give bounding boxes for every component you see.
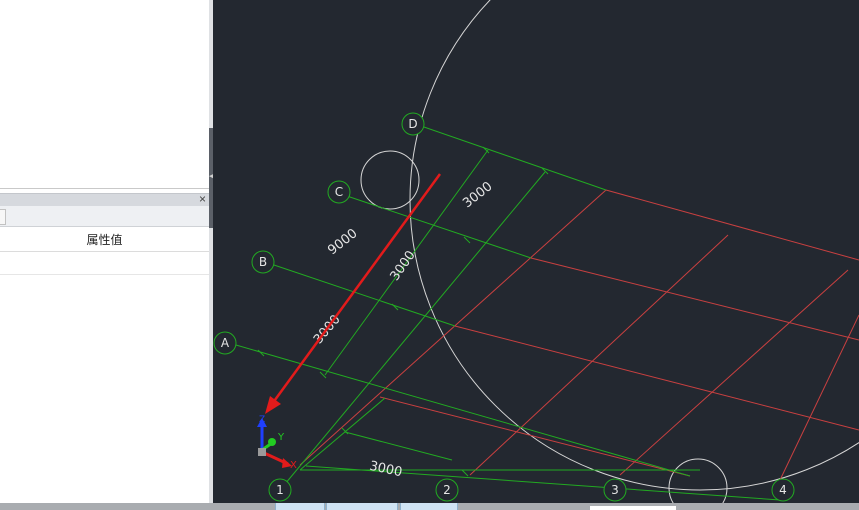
layout-tab[interactable] [275, 503, 325, 510]
axis-bubbles-letters: A B C D [213, 112, 425, 355]
cad-viewport[interactable]: A B C D 1 2 3 4 3000 9000 3000 3000 3000 [213, 0, 859, 503]
small-circle-bottom [668, 458, 728, 503]
axis-label-4: 4 [779, 483, 787, 497]
layout-tab[interactable] [326, 503, 398, 510]
status-field [590, 506, 676, 510]
red-annotation-arrow [265, 173, 442, 414]
tree-pane[interactable] [0, 0, 209, 189]
column-header-property-value: 属性值 [86, 233, 123, 247]
table-row[interactable] [0, 252, 209, 275]
axis-label-A: A [221, 336, 230, 350]
dimension-text: 3000 [460, 179, 495, 211]
axis-label-2: 2 [443, 483, 451, 497]
ucs-x-label: X [290, 460, 297, 471]
axis-label-D: D [408, 117, 417, 131]
ucs-y-label: Y [277, 432, 285, 443]
left-panel: × 属性值 [0, 0, 209, 503]
toolbar-button[interactable] [0, 209, 6, 225]
dimension-text: 9000 [325, 226, 360, 258]
ucs-z-label: Z [259, 415, 265, 425]
layout-tab[interactable] [400, 503, 458, 510]
property-panel-header: × [0, 192, 209, 207]
red-grid [299, 189, 859, 481]
property-table-header: 属性值 [0, 227, 209, 252]
property-panel-toolbar [0, 206, 209, 227]
axis-ticks [257, 146, 549, 477]
axis-label-B: B [259, 255, 267, 269]
axis-label-1: 1 [276, 483, 284, 497]
axis-label-3: 3 [611, 483, 619, 497]
drawing-canvas[interactable]: A B C D 1 2 3 4 3000 9000 3000 3000 3000 [213, 0, 859, 503]
ucs-icon: Y X Z [257, 415, 297, 471]
large-circle [409, 0, 859, 491]
dimension-text: 3000 [387, 248, 418, 284]
axis-label-C: C [335, 185, 343, 199]
dimension-text: 3000 [368, 459, 403, 481]
close-icon[interactable]: × [199, 192, 206, 206]
green-axis-lines [235, 126, 781, 501]
